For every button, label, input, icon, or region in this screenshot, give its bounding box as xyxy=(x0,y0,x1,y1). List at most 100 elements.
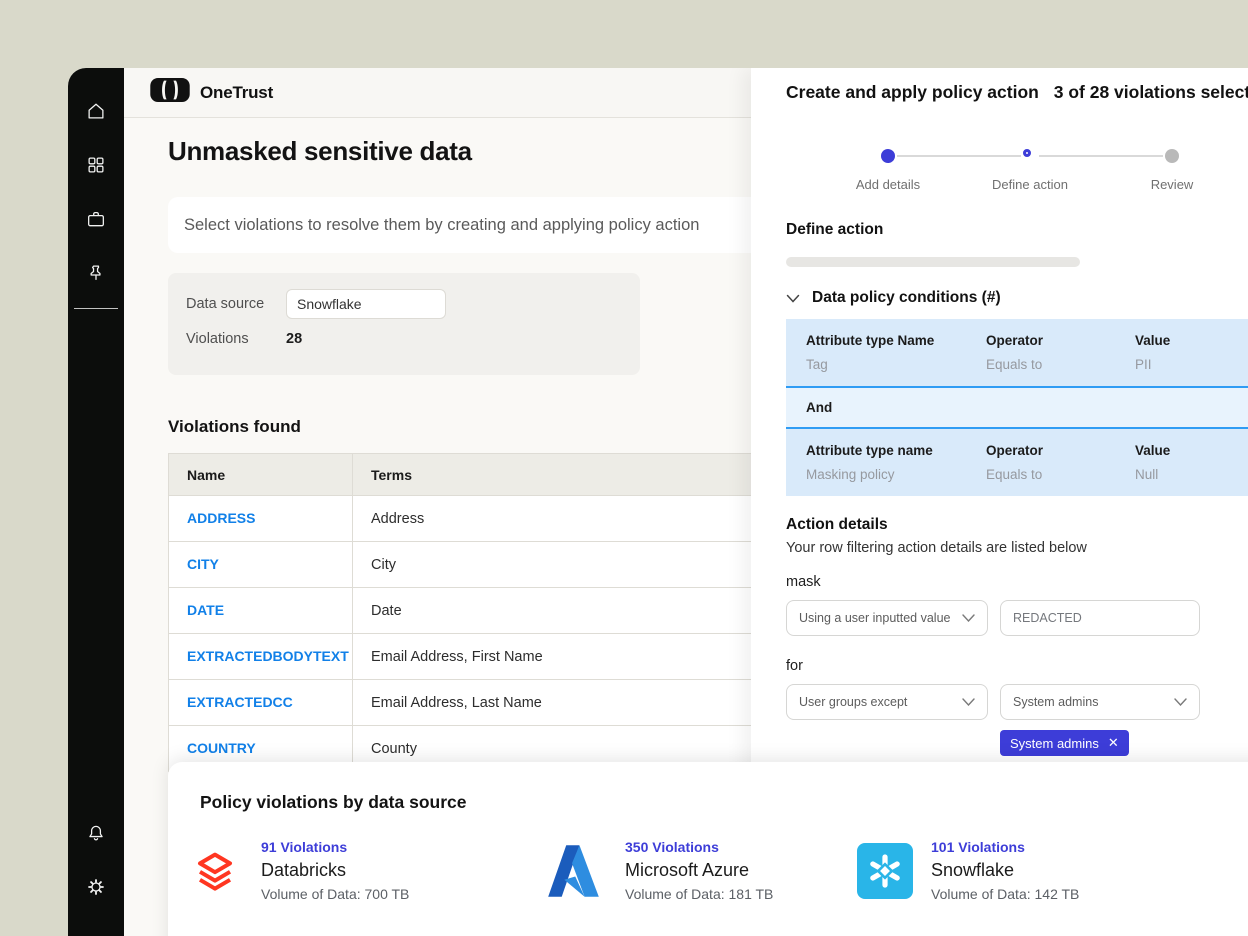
condition-op-value: Equals to xyxy=(986,467,1135,482)
stepper: Add details Define action Review xyxy=(817,147,1247,205)
violation-name-link[interactable]: EXTRACTEDCC xyxy=(187,694,293,710)
apps-grid-icon[interactable] xyxy=(76,138,116,192)
condition-val-value: Null xyxy=(1135,467,1248,482)
instruction-banner-text: Select violations to resolve them by cre… xyxy=(184,216,699,235)
selection-status: 3 of 28 violations selected xyxy=(1054,82,1248,102)
violation-terms: Date xyxy=(353,588,808,634)
mask-method-dropdown[interactable]: Using a user inputted value xyxy=(786,600,988,636)
step-dot-review[interactable] xyxy=(1165,149,1179,163)
source-azure: 350 Violations Microsoft Azure Volume of… xyxy=(537,839,855,902)
databricks-icon xyxy=(185,841,245,901)
gear-icon[interactable] xyxy=(76,860,116,914)
table-row: ADDRESS Address xyxy=(169,496,808,542)
column-header-name[interactable]: Name xyxy=(169,454,353,496)
conditions-heading: Data policy conditions (#) xyxy=(812,289,1001,307)
violation-name-link[interactable]: EXTRACTEDBODYTEXT xyxy=(187,648,349,664)
violation-name-link[interactable]: ADDRESS xyxy=(187,510,255,526)
table-row: CITY City xyxy=(169,542,808,588)
violations-count-label: Violations xyxy=(186,331,286,347)
violation-terms: Address xyxy=(353,496,808,542)
condition-connector: And xyxy=(786,388,1248,427)
table-row: EXTRACTEDBODYTEXT Email Address, First N… xyxy=(169,634,808,680)
footer-card-title: Policy violations by data source xyxy=(200,792,1248,813)
table-row: DATE Date xyxy=(169,588,808,634)
violation-name-link[interactable]: DATE xyxy=(187,602,224,618)
source-name: Snowflake xyxy=(931,860,1079,881)
violations-found-heading: Violations found xyxy=(168,417,808,437)
condition-op-label: Operator xyxy=(986,443,1135,458)
mask-value-input[interactable]: REDACTED xyxy=(1000,600,1200,636)
action-details-heading: Action details xyxy=(786,516,1248,534)
source-name: Microsoft Azure xyxy=(625,860,773,881)
source-violations-link[interactable]: 101 Violations xyxy=(931,839,1079,855)
data-source-label: Data source xyxy=(186,296,286,312)
action-details-subtitle: Your row filtering action details are li… xyxy=(786,540,1248,556)
violation-terms: Email Address, Last Name xyxy=(353,680,808,726)
violation-name-link[interactable]: COUNTRY xyxy=(187,740,256,756)
violation-name-link[interactable]: CITY xyxy=(187,556,219,572)
azure-icon xyxy=(537,841,609,901)
chip-remove-icon[interactable]: ✕ xyxy=(1108,735,1119,751)
condition-val-value: PII xyxy=(1135,357,1248,372)
condition-attr-value: Tag xyxy=(806,357,986,372)
policy-violations-card: Policy violations by data source 91 Viol… xyxy=(168,762,1248,936)
step-dot-define-action[interactable] xyxy=(1023,149,1031,157)
content-area: OneTrust Unmasked sensitive data Select … xyxy=(124,68,1248,936)
condition-val-label: Value xyxy=(1135,443,1248,458)
source-volume: Volume of Data: 700 TB xyxy=(261,886,409,902)
violation-terms: Email Address, First Name xyxy=(353,634,808,680)
source-snowflake: 101 Violations Snowflake Volume of Data:… xyxy=(855,839,1248,902)
summary-box: Data source Snowflake Violations 28 xyxy=(168,273,640,375)
condition-op-label: Operator xyxy=(986,333,1135,348)
mask-label: mask xyxy=(786,574,1248,590)
step-label-add-details[interactable]: Add details xyxy=(818,177,958,192)
progress-placeholder-bar xyxy=(786,257,1080,267)
step-label-define-action[interactable]: Define action xyxy=(960,177,1100,192)
step-label-review[interactable]: Review xyxy=(1102,177,1242,192)
source-violations-link[interactable]: 350 Violations xyxy=(625,839,773,855)
chevron-down-icon[interactable] xyxy=(786,294,800,303)
condition-row: Attribute type name Operator Value Maski… xyxy=(786,429,1248,496)
instruction-banner: Select violations to resolve them by cre… xyxy=(168,197,808,253)
bell-icon[interactable] xyxy=(76,806,116,860)
briefcase-icon[interactable] xyxy=(76,192,116,246)
pin-icon[interactable] xyxy=(76,246,116,300)
chevron-down-icon xyxy=(1174,698,1187,706)
source-volume: Volume of Data: 181 TB xyxy=(625,886,773,902)
source-violations-link[interactable]: 91 Violations xyxy=(261,839,409,855)
violations-table: Name Terms ADDRESS Address CITY City DAT… xyxy=(168,453,808,772)
main-column: Unmasked sensitive data Select violation… xyxy=(168,68,808,772)
data-source-input[interactable]: Snowflake xyxy=(286,289,446,319)
source-name: Databricks xyxy=(261,860,409,881)
condition-val-label: Value xyxy=(1135,333,1248,348)
selected-group-chip[interactable]: System admins ✕ xyxy=(1000,730,1129,756)
for-label: for xyxy=(786,658,1248,674)
table-row: EXTRACTEDCC Email Address, Last Name xyxy=(169,680,808,726)
condition-attr-label: Attribute type name xyxy=(806,443,986,458)
page-title: Unmasked sensitive data xyxy=(168,136,808,167)
condition-row: Attribute type Name Operator Value Tag E… xyxy=(786,319,1248,386)
app-window: OneTrust Unmasked sensitive data Select … xyxy=(68,68,1248,936)
chevron-down-icon xyxy=(962,614,975,622)
source-volume: Volume of Data: 142 TB xyxy=(931,886,1079,902)
snowflake-icon xyxy=(855,841,915,901)
stepper-connector xyxy=(1039,155,1163,157)
stepper-connector xyxy=(897,155,1021,157)
panel-title: Create and apply policy action xyxy=(786,82,1039,102)
column-header-terms[interactable]: Terms xyxy=(353,454,808,496)
chevron-down-icon xyxy=(962,698,975,706)
violation-terms: City xyxy=(353,542,808,588)
define-action-heading: Define action xyxy=(786,221,1248,239)
condition-op-value: Equals to xyxy=(986,357,1135,372)
step-dot-add-details[interactable] xyxy=(881,149,895,163)
user-group-mode-dropdown[interactable]: User groups except xyxy=(786,684,988,720)
rail-divider xyxy=(74,308,118,309)
source-databricks: 91 Violations Databricks Volume of Data:… xyxy=(185,839,537,902)
user-group-select-dropdown[interactable]: System admins xyxy=(1000,684,1200,720)
condition-attr-label: Attribute type Name xyxy=(806,333,986,348)
violations-count-value: 28 xyxy=(286,331,302,347)
nav-rail xyxy=(68,68,124,936)
home-icon[interactable] xyxy=(76,84,116,138)
condition-attr-value: Masking policy xyxy=(806,467,986,482)
conditions-panel: Attribute type Name Operator Value Tag E… xyxy=(786,319,1248,496)
